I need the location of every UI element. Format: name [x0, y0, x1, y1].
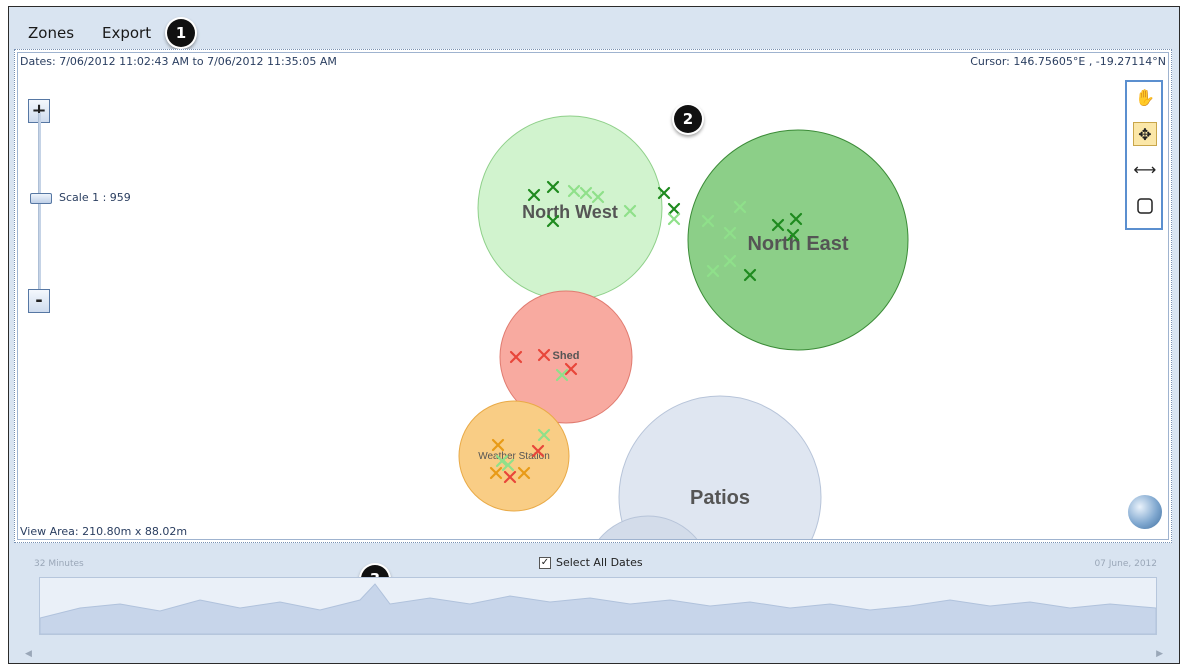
zone-label-shed: Shed [553, 350, 580, 362]
map-frame: North West North East Shed Weather Stati… [14, 49, 1172, 543]
scroll-right-arrow[interactable]: ▶ [1156, 649, 1163, 659]
globe-icon[interactable] [1128, 495, 1162, 529]
timeline-date-label: 07 June, 2012 [1094, 559, 1157, 569]
timeline-histogram[interactable] [39, 577, 1157, 635]
menu-zones[interactable]: Zones [28, 24, 74, 42]
cursor-coordinates: Cursor: 146.75605°E , -19.27114°N [970, 55, 1166, 68]
map-toolbox: ✋ ✥ ⟷ [1125, 80, 1163, 230]
view-area-text: View Area: 210.80m x 88.02m [20, 525, 188, 538]
timeline-panel: 32 Minutes ✓ Select All Dates 07 June, 2… [9, 545, 1179, 663]
zone-label-north-east: North East [747, 233, 848, 255]
timeline-duration-label: 32 Minutes [34, 559, 84, 569]
select-all-label: Select All Dates [556, 556, 643, 569]
zone-label-north-west: North West [522, 202, 618, 222]
app-window: Zones Export 1 North West North East She… [8, 6, 1180, 664]
zone-layer: North West North East Shed Weather Stati… [458, 115, 909, 539]
menu-bar: Zones Export 1 [9, 7, 1179, 47]
location-marker-icon[interactable] [667, 202, 681, 216]
move-arrows-icon[interactable]: ✥ [1133, 122, 1157, 146]
measure-icon[interactable]: ⟷ [1133, 158, 1157, 182]
dates-range-text: Dates: 7/06/2012 11:02:43 AM to 7/06/201… [20, 55, 337, 68]
menu-export[interactable]: Export [102, 24, 151, 42]
scale-text: Scale 1 : 959 [59, 191, 131, 204]
pan-hand-icon[interactable]: ✋ [1133, 86, 1157, 110]
callout-badge-2: 2 [674, 105, 702, 133]
select-all-dates[interactable]: ✓ Select All Dates [539, 556, 643, 569]
zone-label-patios: Patios [690, 487, 750, 509]
histogram-graph [39, 583, 1157, 635]
location-marker-icon[interactable] [667, 212, 681, 226]
map-canvas[interactable]: North West North East Shed Weather Stati… [17, 52, 1169, 540]
callout-badge-1: 1 [167, 19, 195, 47]
select-rectangle-icon[interactable] [1133, 194, 1157, 218]
select-all-checkbox[interactable]: ✓ [539, 556, 551, 569]
scroll-left-arrow[interactable]: ◀ [25, 649, 32, 659]
zoom-out-button[interactable]: - [28, 289, 50, 313]
zoom-slider-thumb[interactable] [30, 193, 52, 204]
